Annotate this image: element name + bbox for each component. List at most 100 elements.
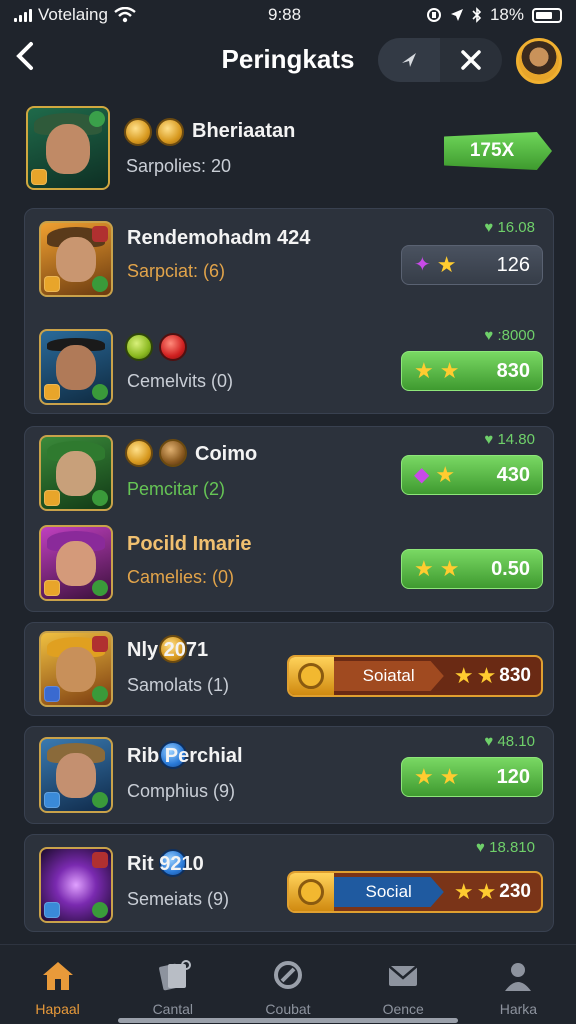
score-label: ♥ 16.08: [484, 219, 535, 236]
rank-card[interactable]: Nly 2071 Samolats (1) Soiatal ★ ★ 830: [24, 622, 554, 716]
player-name: Coimo: [195, 443, 258, 465]
bar-label: Soiatal: [333, 661, 444, 691]
score-pill: ★ ★ 120: [401, 757, 543, 797]
player-name: Pocild Imarie: [127, 533, 252, 555]
rotation-lock-icon: [426, 8, 441, 22]
rank-card[interactable]: Rit 9210 Semeiats (9) ♥ 18.810 Social ★ …: [24, 834, 554, 932]
medal-icon: [289, 657, 334, 695]
class-badge: [44, 384, 60, 400]
level-badge: [92, 902, 108, 918]
star-icon: ★: [414, 358, 434, 383]
header-actions: [378, 38, 502, 82]
fight-icon: [274, 961, 302, 989]
player-name: Bheriaatan: [192, 120, 296, 142]
rank-badge: [92, 636, 108, 652]
header: Peringkats: [0, 30, 576, 92]
score-label: ♥ 48.10: [484, 733, 535, 750]
player-subtitle: Cemelvits (0): [127, 371, 234, 391]
star-icon: ★: [414, 556, 434, 581]
rank-card: Rendemohadm 424 Sarpciat: (6) ♥ 16.08 ✦ …: [24, 208, 554, 414]
player-name: Rib Perchial: [127, 745, 243, 767]
star-icon: ★: [436, 252, 457, 277]
player-subtitle: Sarpciat: (6): [127, 261, 226, 281]
level-badge: [89, 111, 105, 127]
star-icon: ★: [453, 879, 474, 904]
my-rank-row[interactable]: Bheriaatan Sarpolies: 20 175X: [22, 104, 554, 194]
star-icon: ★: [435, 462, 456, 487]
hero-portrait: [39, 221, 113, 297]
cards-icon: [158, 960, 191, 991]
share-icon: [402, 53, 416, 67]
social-score-bar: Soiatal ★ ★ 830: [287, 655, 543, 697]
class-badge: [44, 276, 60, 292]
medal-icon: [289, 873, 334, 911]
level-badge: [92, 792, 108, 808]
class-badge: [44, 902, 60, 918]
player-subtitle: Sarpolies: 20: [126, 156, 232, 176]
hero-portrait: [39, 737, 113, 813]
hero-portrait: [39, 631, 113, 707]
ruby-icon: [159, 333, 187, 361]
share-button[interactable]: [378, 38, 440, 82]
nav-item-home[interactable]: Hapaal: [0, 945, 115, 1024]
player-name: Nly 2071: [127, 639, 209, 661]
status-bar: Votelaing 9:88 18%: [0, 0, 576, 30]
player-subtitle: Camelies: (0): [127, 567, 235, 587]
player-subtitle: Semeiats (9): [127, 889, 230, 909]
player-score-badge: 175X: [444, 132, 552, 170]
carrier-label: Votelaing: [38, 5, 108, 24]
rank-badge: [92, 226, 108, 242]
star-icon: ★: [439, 764, 460, 789]
nav-item-profile[interactable]: Harka: [461, 945, 576, 1024]
battery-percent: 18%: [489, 5, 524, 24]
gold-medal-icon: [156, 118, 184, 146]
rank-card: Coimo Pemcitar (2) ♥ 14.80 ◆ ★ 430 Pocil…: [24, 426, 554, 612]
mail-icon: [388, 965, 419, 986]
close-button[interactable]: [440, 38, 502, 82]
level-badge: [92, 686, 108, 702]
class-badge: [44, 580, 60, 596]
level-badge: [92, 384, 108, 400]
bluetooth-icon: [472, 7, 482, 23]
player-name: Rendemohadm 424: [127, 227, 311, 249]
signal-icon: [14, 8, 32, 22]
star-icon: ★: [453, 663, 474, 688]
hero-portrait: [39, 525, 113, 601]
score-label: ♥ 18.810: [476, 839, 535, 856]
level-badge: [92, 490, 108, 506]
hero-portrait: [26, 106, 110, 190]
class-badge: [44, 792, 60, 808]
class-badge: [44, 686, 60, 702]
wifi-icon: [114, 7, 136, 23]
score-label: ♥ 14.80: [484, 431, 535, 448]
score-pill: ★ ★ 830: [401, 351, 543, 391]
close-icon: [461, 50, 481, 70]
nav-item-cards[interactable]: Cantal: [115, 945, 230, 1024]
score-pill: ◆ ★ 430: [401, 455, 543, 495]
score-label: ♥ :8000: [484, 327, 535, 344]
star-icon: ★: [414, 764, 434, 789]
coin-icon: [124, 118, 152, 146]
gem-icon: ◆: [414, 464, 430, 486]
emblem-icon: [125, 333, 153, 361]
rank-card[interactable]: Rib Perchial Comphius (9) ♥ 48.10 ★ ★ 12…: [24, 726, 554, 824]
hero-portrait: [39, 329, 113, 405]
class-badge: [31, 169, 47, 185]
star-icon: ★: [439, 358, 460, 383]
nav-item-combat[interactable]: Coubat: [230, 945, 345, 1024]
player-subtitle: Pemcitar (2): [127, 479, 226, 499]
player-score: 175X: [469, 140, 515, 161]
clock: 9:88: [268, 5, 302, 24]
gem-icon: ✦: [414, 254, 431, 276]
star-icon: ★: [476, 663, 497, 688]
player-name: Rit 9210: [127, 853, 204, 875]
level-badge: [92, 580, 108, 596]
hero-portrait: [39, 847, 113, 923]
avatar[interactable]: [516, 38, 562, 84]
location-icon: [450, 9, 463, 21]
star-icon: ★: [439, 556, 460, 581]
nav-item-mail[interactable]: Oence: [346, 945, 461, 1024]
level-badge: [92, 276, 108, 292]
social-score-bar: Social ★ ★ 230: [287, 871, 543, 913]
home-icon: [42, 962, 73, 990]
